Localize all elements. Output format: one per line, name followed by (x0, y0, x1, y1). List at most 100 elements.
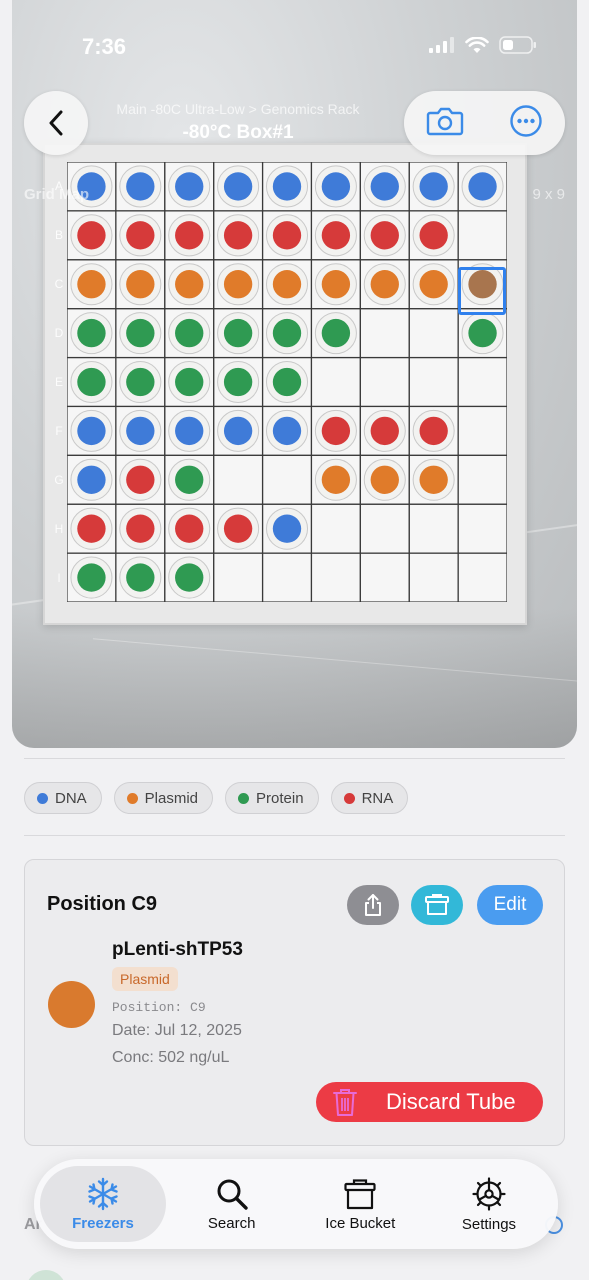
grid-cell-C3[interactable] (164, 259, 215, 310)
grid-cell-D1[interactable] (67, 308, 117, 359)
grid-cell-F5[interactable] (261, 405, 313, 456)
grid-cell-I9[interactable] (457, 552, 507, 602)
grid-cell-E2[interactable] (115, 356, 166, 408)
back-button[interactable] (24, 91, 88, 155)
grid-cell-H7[interactable] (359, 503, 410, 554)
grid-cell-C7[interactable] (359, 259, 410, 310)
legend-chip-plasmid[interactable]: Plasmid (113, 782, 214, 814)
grid-cell-D4[interactable] (213, 308, 264, 359)
grid-cell-F7[interactable] (359, 405, 410, 456)
grid-cell-E9[interactable] (457, 356, 507, 408)
grid-cell-E7[interactable] (359, 356, 410, 408)
grid-cell-B6[interactable] (310, 210, 361, 261)
grid-cell-E1[interactable] (67, 356, 117, 408)
grid-cell-A9[interactable] (457, 162, 507, 212)
grid-cell-I4[interactable] (213, 552, 264, 602)
cellular-signal-icon (429, 37, 454, 53)
tube-marker-dna (272, 514, 302, 543)
grid-cell-C5[interactable] (261, 259, 313, 310)
grid-cell-H2[interactable] (115, 503, 166, 554)
grid-cell-I3[interactable] (164, 552, 215, 602)
grid-cell-F2[interactable] (115, 405, 166, 456)
grid-cell-A4[interactable] (213, 162, 264, 212)
grid-cell-G1[interactable] (67, 454, 117, 505)
grid-cell-G9[interactable] (457, 454, 507, 505)
grid-cell-I6[interactable] (310, 552, 361, 602)
grid-cell-F8[interactable] (408, 405, 459, 456)
edit-button[interactable]: Edit (477, 885, 543, 925)
tab-ice-bucket[interactable]: Ice Bucket (297, 1166, 423, 1242)
grid-cell-F9[interactable] (457, 405, 507, 456)
grid-cell-B1[interactable] (67, 210, 117, 261)
grid-cell-C4[interactable] (213, 259, 264, 310)
grid-cell-A5[interactable] (261, 162, 313, 212)
grid-cell-I5[interactable] (261, 552, 313, 602)
grid-cell-B4[interactable] (213, 210, 264, 261)
tube-marker-rna (77, 514, 106, 543)
grid-cell-B9[interactable] (457, 210, 507, 261)
grid-cell-D9[interactable] (457, 308, 507, 359)
grid-cell-H6[interactable] (310, 503, 361, 554)
grid-cell-B7[interactable] (359, 210, 410, 261)
grid-cell-H9[interactable] (457, 503, 507, 554)
grid-cell-D8[interactable] (408, 308, 459, 359)
grid-cell-H8[interactable] (408, 503, 459, 554)
tab-freezers[interactable]: Freezers (40, 1166, 166, 1242)
grid-cell-E3[interactable] (164, 356, 215, 408)
grid-cell-E8[interactable] (408, 356, 459, 408)
discard-tube-button[interactable]: Discard Tube (316, 1082, 543, 1122)
grid-cell-I1[interactable] (67, 552, 117, 602)
grid-cell-A8[interactable] (408, 162, 459, 212)
grid-cell-D6[interactable] (310, 308, 361, 359)
grid-cell-G8[interactable] (408, 454, 459, 505)
grid-cell-B8[interactable] (408, 210, 459, 261)
share-button[interactable] (347, 885, 399, 925)
grid-cell-F1[interactable] (67, 405, 117, 456)
grid-cell-F4[interactable] (213, 405, 264, 456)
grid-cell-H1[interactable] (67, 503, 117, 554)
grid-cell-C8[interactable] (408, 259, 459, 310)
grid-cell-I7[interactable] (359, 552, 410, 602)
grid-cell-border (310, 356, 361, 408)
grid-cell-G6[interactable] (310, 454, 361, 505)
grid-map[interactable] (67, 162, 507, 602)
grid-cell-H5[interactable] (261, 503, 313, 554)
grid-cell-F6[interactable] (310, 405, 361, 456)
grid-cell-F3[interactable] (164, 405, 215, 456)
grid-cell-D5[interactable] (261, 308, 313, 359)
grid-cell-E6[interactable] (310, 356, 361, 408)
grid-cell-H3[interactable] (164, 503, 215, 554)
grid-cell-G4[interactable] (213, 454, 264, 505)
tab-search[interactable]: Search (169, 1166, 295, 1242)
grid-cell-B3[interactable] (164, 210, 215, 261)
grid-cell-I2[interactable] (115, 552, 166, 602)
grid-cell-C2[interactable] (115, 259, 166, 310)
grid-cell-I8[interactable] (408, 552, 459, 602)
legend-chip-rna[interactable]: RNA (330, 782, 409, 814)
grid-cell-A6[interactable] (310, 162, 361, 212)
grid-cell-G3[interactable] (164, 454, 215, 505)
grid-cell-G2[interactable] (115, 454, 166, 505)
grid-cell-B2[interactable] (115, 210, 166, 261)
grid-cell-A3[interactable] (164, 162, 215, 212)
legend-chip-dna[interactable]: DNA (24, 782, 102, 814)
legend-chip-protein[interactable]: Protein (225, 782, 319, 814)
grid-cell-E4[interactable] (213, 356, 264, 408)
camera-button[interactable] (426, 106, 464, 141)
tab-label: Ice Bucket (325, 1214, 396, 1232)
grid-cell-C1[interactable] (67, 259, 117, 310)
grid-cell-A7[interactable] (359, 162, 410, 212)
grid-cell-E5[interactable] (261, 356, 313, 408)
grid-cell-C6[interactable] (310, 259, 361, 310)
move-to-ice-bucket-button[interactable] (411, 885, 463, 925)
grid-cell-H4[interactable] (213, 503, 264, 554)
grid-cell-D7[interactable] (359, 308, 410, 359)
tab-settings[interactable]: Settings (426, 1166, 552, 1242)
grid-cell-A2[interactable] (115, 162, 166, 212)
grid-cell-G7[interactable] (359, 454, 410, 505)
grid-cell-B5[interactable] (261, 210, 313, 261)
grid-cell-D2[interactable] (115, 308, 166, 359)
more-button[interactable] (509, 104, 543, 143)
grid-cell-G5[interactable] (261, 454, 313, 505)
grid-cell-D3[interactable] (164, 308, 215, 359)
